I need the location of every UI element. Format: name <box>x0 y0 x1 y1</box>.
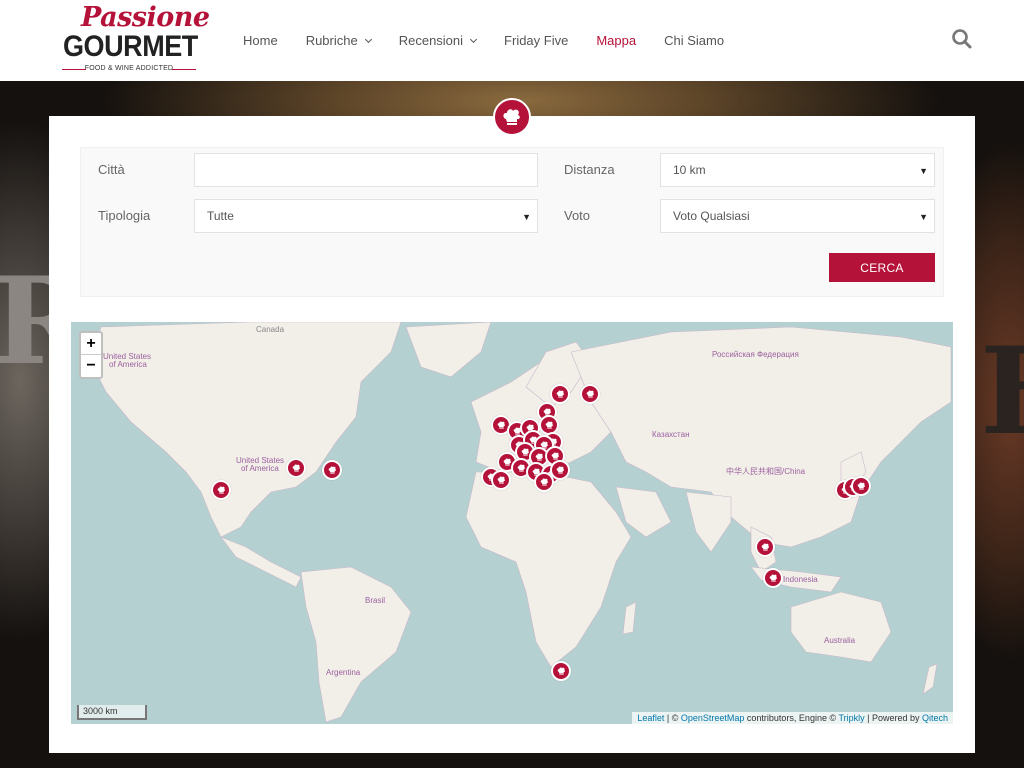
restaurant-marker[interactable] <box>491 470 511 490</box>
dropdown-arrow-icon: ▼ <box>919 166 928 176</box>
citta-input[interactable] <box>194 153 538 187</box>
qitech-link[interactable]: Qitech <box>922 713 948 723</box>
map-label-indonesia: Indonesia <box>783 575 818 584</box>
zoom-in-button[interactable]: + <box>81 333 101 355</box>
nav-label: Home <box>243 33 278 48</box>
map-label-kazakhstan: Казахстан <box>652 430 690 439</box>
tipologia-select[interactable]: Tutte ▼ <box>194 199 538 233</box>
nav-item-chi-siamo[interactable]: Chi Siamo <box>664 33 724 48</box>
map-label-canada: Canada <box>256 325 285 334</box>
world-map-land <box>90 322 952 723</box>
restaurant-marker[interactable] <box>322 460 342 480</box>
logo-tagline: FOOD & WINE ADDICTED <box>62 65 196 72</box>
chevron-down-icon <box>470 35 478 43</box>
restaurant-marker[interactable] <box>286 458 306 478</box>
zoom-control: + − <box>79 331 103 379</box>
citta-label: Città <box>98 162 125 177</box>
map-label-usa: of America <box>241 464 279 473</box>
map-label-usa: of America <box>109 360 147 369</box>
tipologia-label: Tipologia <box>98 208 151 223</box>
voto-label: Voto <box>564 208 591 223</box>
dropdown-arrow-icon: ▼ <box>919 212 928 222</box>
nav-item-recensioni[interactable]: Recensioni <box>398 33 478 48</box>
map-label-argentina: Argentina <box>326 668 361 677</box>
voto-value: Voto Qualsiasi <box>673 209 750 223</box>
map-label-china: 中华人民共和国/China <box>726 467 806 476</box>
map-label-russia: Российская Федерация <box>712 350 799 359</box>
attribution-text: | Powered by <box>864 713 922 723</box>
restaurant-map[interactable]: + − Canada United States of America Unit… <box>71 322 953 724</box>
restaurant-marker[interactable] <box>755 537 775 557</box>
restaurant-marker[interactable] <box>550 384 570 404</box>
map-label-australia: Australia <box>824 636 856 645</box>
dropdown-arrow-icon: ▼ <box>522 212 531 222</box>
restaurant-marker[interactable] <box>763 568 783 588</box>
nav-item-friday-five[interactable]: Friday Five <box>504 33 568 48</box>
map-scale: 3000 km <box>77 705 147 720</box>
restaurant-marker[interactable] <box>550 460 570 480</box>
nav-label: Chi Siamo <box>664 33 725 48</box>
osm-link[interactable]: OpenStreetMap <box>681 713 745 723</box>
attribution-text: contributors, Engine © <box>744 713 839 723</box>
nav-label: Rubriche <box>305 33 358 48</box>
nav-label: Recensioni <box>398 33 464 48</box>
voto-select[interactable]: Voto Qualsiasi ▼ <box>660 199 935 233</box>
restaurant-marker[interactable] <box>580 384 600 404</box>
distanza-label: Distanza <box>564 162 615 177</box>
distanza-select[interactable]: 10 km ▼ <box>660 153 935 187</box>
tipologia-value: Tutte <box>207 209 234 223</box>
chef-hat-icon <box>493 98 531 136</box>
nav-item-mappa[interactable]: Mappa <box>596 33 636 48</box>
cerca-button[interactable]: CERCA <box>829 253 935 282</box>
site-header: Passione GOURMET FOOD & WINE ADDICTED Ho… <box>0 0 1024 81</box>
distanza-value: 10 km <box>673 163 706 177</box>
restaurant-marker[interactable] <box>551 661 571 681</box>
map-attribution: Leaflet | © OpenStreetMap contributors, … <box>632 712 953 724</box>
zoom-out-button[interactable]: − <box>81 355 101 377</box>
logo-script-text: Passione <box>81 2 210 33</box>
site-logo[interactable]: Passione GOURMET FOOD & WINE ADDICTED <box>60 2 210 76</box>
nav-item-rubriche[interactable]: Rubriche <box>305 33 372 48</box>
logo-main-text: GOURMET <box>63 30 198 63</box>
tripkly-link[interactable]: Tripkly <box>838 713 864 723</box>
nav-label: Friday Five <box>504 33 569 48</box>
attribution-text: | © <box>664 713 681 723</box>
nav-label: Mappa <box>596 33 637 48</box>
main-nav: Home Rubriche Recensioni Friday Five Map… <box>243 0 752 81</box>
hero-decoration: F <box>980 321 1024 462</box>
nav-item-home[interactable]: Home <box>243 33 278 48</box>
chevron-down-icon <box>364 35 372 43</box>
restaurant-marker[interactable] <box>851 476 871 496</box>
map-label-brasil: Brasil <box>365 596 386 605</box>
restaurant-marker[interactable] <box>211 480 231 500</box>
leaflet-link[interactable]: Leaflet <box>637 713 664 723</box>
search-icon[interactable] <box>951 28 973 50</box>
